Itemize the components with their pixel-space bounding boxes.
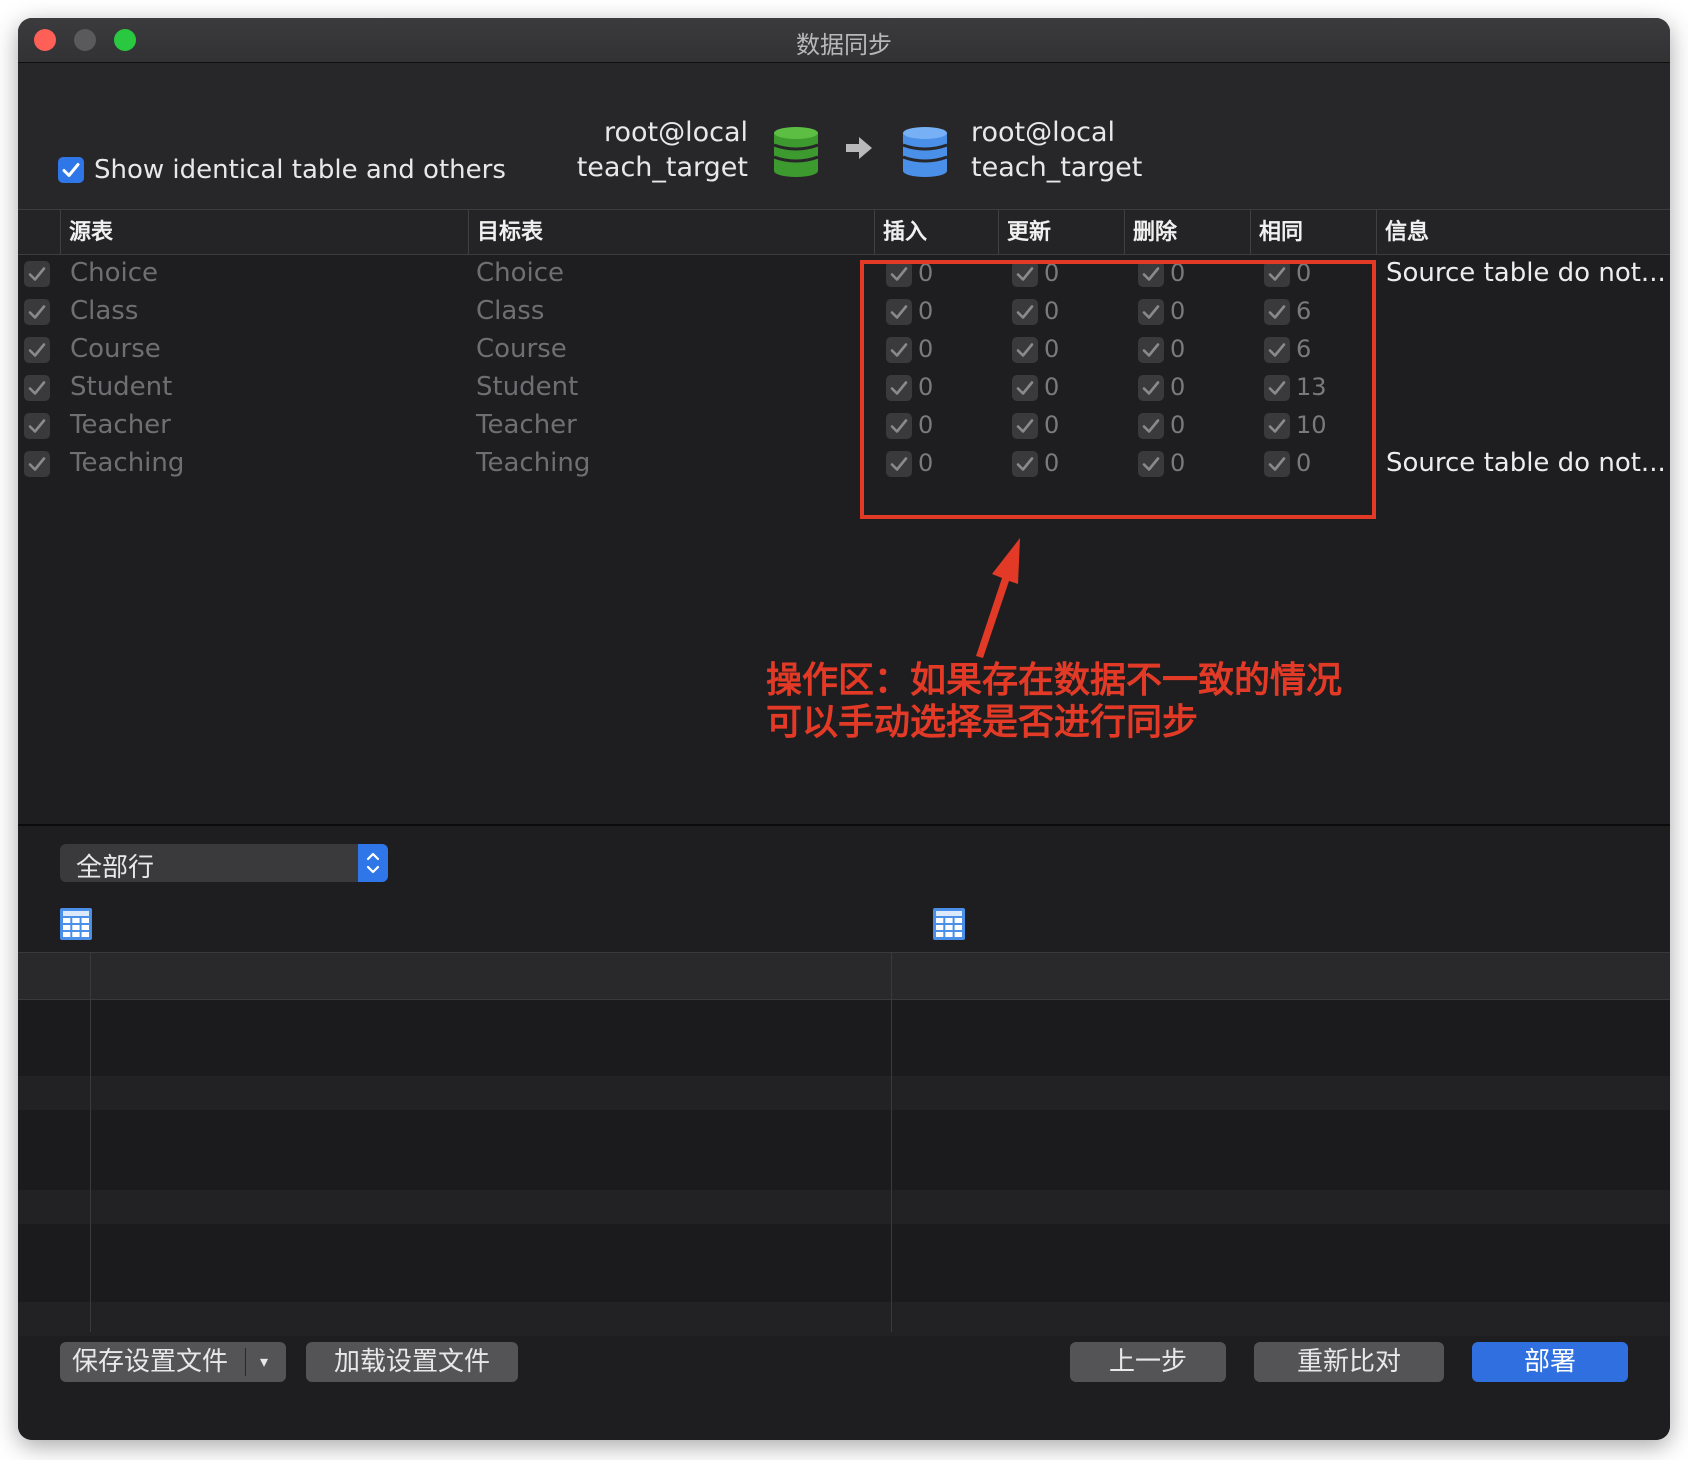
source-table-name: Course xyxy=(70,334,161,364)
target-database: teach_target xyxy=(971,152,1143,183)
target-user: root@local xyxy=(971,117,1116,148)
annotation-arrow-icon xyxy=(976,538,1020,658)
arrow-right-icon xyxy=(846,137,872,159)
row-info: Source table do not... xyxy=(1386,258,1666,288)
row-select-checkbox[interactable] xyxy=(24,299,50,325)
column-header-insert[interactable]: 插入 xyxy=(874,210,998,254)
previous-step-button[interactable]: 上一步 xyxy=(1070,1342,1226,1382)
table-row[interactable]: Teacher Teacher 0 0 0 10 xyxy=(18,407,1670,445)
source-table-name: Teacher xyxy=(70,410,171,440)
target-database-icon xyxy=(903,127,947,177)
operation-area-annotation: 操作区：如果存在数据不一致的情况 可以手动选择是否进行同步 xyxy=(766,660,1342,744)
table-row[interactable]: Course Course 0 0 0 6 xyxy=(18,331,1670,369)
row-filter-value: 全部行 xyxy=(76,853,155,883)
chevron-down-icon[interactable]: ▾ xyxy=(250,1342,278,1382)
row-filter-select[interactable]: 全部行 xyxy=(60,844,388,883)
show-identical-option[interactable]: Show identical table and others xyxy=(58,155,506,185)
column-header-delete[interactable]: 删除 xyxy=(1124,210,1250,254)
target-table-name: Class xyxy=(476,296,545,326)
column-header-info[interactable]: 信息 xyxy=(1376,210,1670,254)
title-bar: 数据同步 xyxy=(18,18,1670,63)
load-settings-button[interactable]: 加载设置文件 xyxy=(306,1342,518,1382)
diff-grid-stripe xyxy=(18,1190,1670,1224)
annotation-line-2: 可以手动选择是否进行同步 xyxy=(766,702,1199,743)
operation-area-highlight xyxy=(860,260,1376,519)
column-header-update[interactable]: 更新 xyxy=(998,210,1124,254)
check-icon xyxy=(28,419,46,433)
target-table-name: Teacher xyxy=(476,410,577,440)
check-icon xyxy=(28,457,46,471)
check-icon xyxy=(28,343,46,357)
diff-grid-header xyxy=(18,952,1670,1000)
comparison-table-header: 源表 目标表 插入 更新 删除 相同 信息 xyxy=(18,210,1670,255)
table-row[interactable]: Choice Choice 0 0 0 0 Source table do no… xyxy=(18,255,1670,293)
source-table-name: Choice xyxy=(70,258,159,288)
table-row[interactable]: Teaching Teaching 0 0 0 0 Source table d… xyxy=(18,445,1670,483)
check-icon xyxy=(28,267,46,281)
target-table-name: Teaching xyxy=(476,448,591,478)
source-table-name: Class xyxy=(70,296,139,326)
table-row[interactable]: Student Student 0 0 0 13 xyxy=(18,369,1670,407)
diff-grid-stripe xyxy=(18,1302,1670,1336)
show-identical-checkbox[interactable] xyxy=(58,157,84,183)
row-info: Source table do not... xyxy=(1386,448,1666,478)
target-table-name: Course xyxy=(476,334,567,364)
row-select-checkbox[interactable] xyxy=(24,261,50,287)
column-header-source[interactable]: 源表 xyxy=(60,210,468,254)
source-user: root@local xyxy=(603,117,748,148)
select-stepper-icon[interactable] xyxy=(358,844,388,882)
check-icon xyxy=(28,305,46,319)
recompare-button[interactable]: 重新比对 xyxy=(1254,1342,1444,1382)
column-header-target[interactable]: 目标表 xyxy=(468,210,874,254)
diff-grid-stripe xyxy=(18,1076,1670,1110)
source-table-name: Student xyxy=(70,372,173,402)
annotation-line-1: 操作区：如果存在数据不一致的情况 xyxy=(766,660,1343,701)
save-settings-label: 保存设置文件 xyxy=(72,1347,229,1377)
source-table-name: Teaching xyxy=(70,448,185,478)
source-grid-view-icon[interactable] xyxy=(60,908,92,940)
window-title: 数据同步 xyxy=(796,31,892,59)
check-icon xyxy=(28,381,46,395)
row-diff-grid[interactable] xyxy=(18,952,1670,1336)
source-database-icon xyxy=(774,127,818,177)
target-table-name: Choice xyxy=(476,258,565,288)
show-identical-label: Show identical table and others xyxy=(94,155,506,185)
row-select-checkbox[interactable] xyxy=(24,451,50,477)
data-sync-window: 数据同步 Show identical table and others roo… xyxy=(18,18,1670,1440)
deploy-button[interactable]: 部署 xyxy=(1472,1342,1628,1382)
connection-header: Show identical table and others root@loc… xyxy=(18,63,1670,210)
target-table-name: Student xyxy=(476,372,579,402)
split-divider xyxy=(245,1348,246,1376)
row-select-checkbox[interactable] xyxy=(24,337,50,363)
save-settings-button[interactable]: 保存设置文件 ▾ xyxy=(60,1342,286,1382)
table-row[interactable]: Class Class 0 0 0 6 xyxy=(18,293,1670,331)
target-grid-view-icon[interactable] xyxy=(933,908,965,940)
diff-grid-pane-divider[interactable] xyxy=(891,952,892,1332)
source-database: teach_target xyxy=(576,152,748,183)
row-select-checkbox[interactable] xyxy=(24,375,50,401)
column-header-same[interactable]: 相同 xyxy=(1250,210,1376,254)
diff-grid-row-number-divider xyxy=(90,952,91,1332)
check-icon xyxy=(62,163,80,177)
row-select-checkbox[interactable] xyxy=(24,413,50,439)
